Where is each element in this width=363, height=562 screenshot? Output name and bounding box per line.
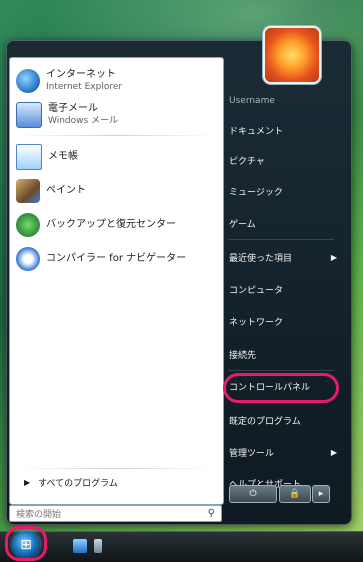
recent-item-label: バックアップと復元センター [46, 219, 176, 230]
chevron-right-icon: ▶ [24, 478, 31, 487]
divider [228, 370, 334, 371]
mail-icon [16, 102, 42, 128]
internet-explorer-icon [16, 69, 40, 93]
right-item-label: ゲーム [229, 219, 256, 230]
right-item-label: ネットワーク [229, 317, 284, 328]
right-item-admin-tools[interactable]: 管理ツール ▶ [229, 441, 339, 463]
pinned-item-internet[interactable]: インターネット Internet Explorer [16, 64, 216, 98]
control-panel-highlight [223, 373, 339, 403]
right-item-label: 最近使った項目 [229, 253, 293, 264]
chevron-right-icon: ▸ [318, 489, 324, 499]
lock-icon: 🔒 [289, 489, 301, 499]
right-item-label: 管理ツール [229, 448, 275, 459]
pinned-item-subtitle: Internet Explorer [46, 82, 123, 92]
all-programs-label: すべてのプログラム [38, 479, 118, 489]
power-icon: ⏻ [249, 489, 257, 499]
right-item-label: 接続先 [229, 350, 257, 361]
divider [16, 468, 216, 469]
lock-button[interactable]: 🔒 [279, 485, 311, 503]
all-programs-button[interactable]: ▶ すべてのプログラム [24, 476, 118, 489]
pinned-item-mail[interactable]: 電子メール Windows メール [16, 98, 216, 132]
search-input[interactable]: 検索の開始 ⚲ [9, 505, 222, 522]
right-item-default-programs[interactable]: 既定のプログラム [229, 409, 339, 431]
recent-item-info[interactable]: コンパイラー for ナビゲーター [16, 242, 216, 276]
backup-icon [16, 213, 40, 237]
right-item-computer[interactable]: コンピュータ [229, 278, 339, 300]
divider [228, 239, 334, 240]
places-pane: Username ドキュメント ピクチャ ミュージック ゲーム 最近使った項目 … [222, 57, 344, 502]
right-item-pictures[interactable]: ピクチャ [229, 149, 339, 171]
right-item-connect[interactable]: 接続先 [229, 343, 339, 365]
recent-item-label: ペイント [46, 185, 86, 196]
recent-item-label: メモ帳 [48, 151, 78, 162]
pinned-item-subtitle: Windows メール [48, 116, 119, 126]
recent-item-label: コンパイラー for ナビゲーター [46, 253, 187, 264]
power-options-button[interactable]: ▸ [312, 485, 330, 503]
right-item-music[interactable]: ミュージック [229, 180, 339, 202]
quick-launch-ie-icon[interactable] [73, 539, 87, 553]
notepad-icon [16, 144, 42, 170]
recent-item-notepad[interactable]: メモ帳 [16, 140, 216, 174]
programs-pane: インターネット Internet Explorer 電子メール Windows … [9, 57, 224, 505]
right-item-label: ピクチャ [229, 156, 265, 167]
pinned-item-title: インターネット [46, 69, 116, 80]
paint-icon [16, 179, 40, 203]
right-item-label: ミュージック [229, 187, 283, 198]
right-item-label: コンピュータ [229, 285, 284, 296]
info-icon [16, 247, 40, 271]
divider [16, 135, 216, 136]
user-name[interactable]: Username [229, 90, 339, 112]
right-item-recent[interactable]: 最近使った項目 ▶ [229, 246, 339, 268]
right-item-label: 既定のプログラム [229, 416, 301, 427]
quick-launch-desktop-icon[interactable] [94, 539, 102, 553]
right-item-network[interactable]: ネットワーク [229, 310, 339, 332]
chevron-right-icon: ▶ [330, 447, 337, 457]
right-item-label: ドキュメント [229, 126, 284, 137]
recent-item-backup[interactable]: バックアップと復元センター [16, 208, 216, 242]
right-item-documents[interactable]: ドキュメント [229, 119, 339, 141]
right-item-games[interactable]: ゲーム [229, 212, 339, 234]
pinned-item-title: 電子メール [48, 103, 98, 114]
search-icon[interactable]: ⚲ [208, 508, 215, 519]
chevron-right-icon: ▶ [330, 252, 337, 262]
taskbar [0, 531, 363, 562]
start-button-highlight [5, 526, 47, 561]
search-placeholder: 検索の開始 [16, 510, 62, 520]
recent-item-paint[interactable]: ペイント [16, 174, 216, 208]
power-button[interactable]: ⏻ [229, 485, 277, 503]
